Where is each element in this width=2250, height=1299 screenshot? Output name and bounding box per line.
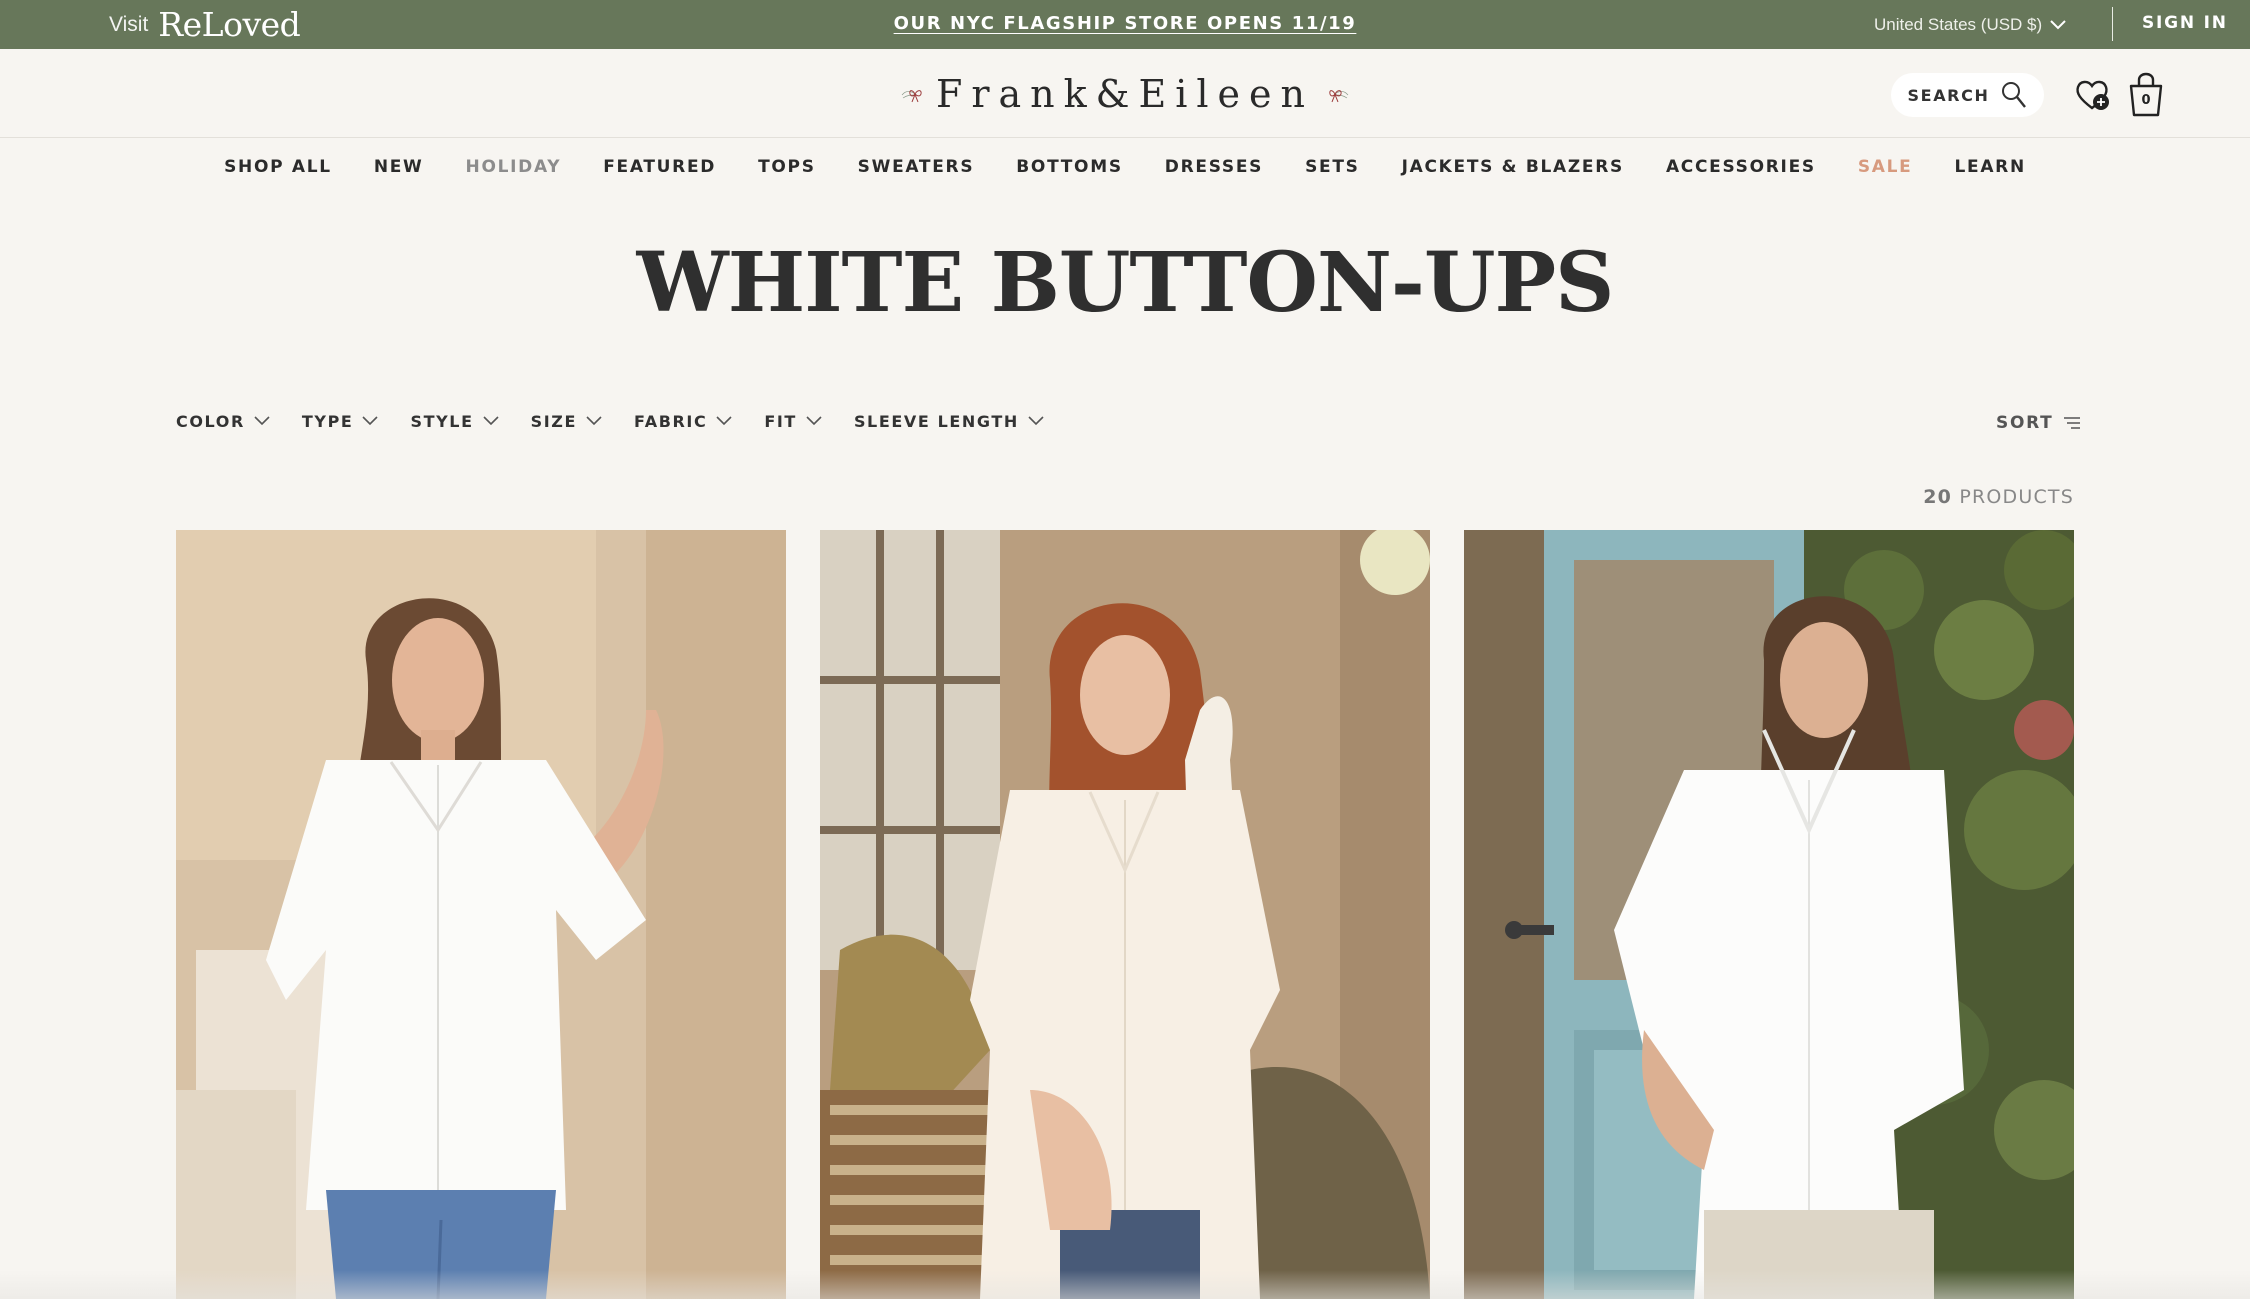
chevron-down-icon	[362, 416, 379, 426]
filter-label: COLOR	[176, 411, 245, 431]
filter-style[interactable]: STYLE	[410, 411, 499, 431]
product-card[interactable]	[1464, 530, 2074, 1299]
filter-color[interactable]: COLOR	[176, 412, 270, 431]
product-grid	[176, 530, 2075, 1299]
chevron-down-icon	[716, 416, 732, 426]
filter-fit[interactable]: FIT	[764, 412, 822, 431]
nav-item-sets[interactable]: SETS	[1284, 157, 1381, 177]
filter-label: SIZE	[530, 411, 578, 431]
nav-item-holiday[interactable]: HOLIDAY	[445, 157, 583, 177]
nav-item-accessories[interactable]: ACCESSORIES	[1645, 157, 1837, 177]
announcement-bar: Visit ReLoved OUR NYC FLAGSHIP STORE OPE…	[0, 0, 2250, 49]
bow-left-icon	[901, 90, 922, 103]
search-label: SEARCH	[1907, 85, 1990, 105]
filter-label: SLEEVE LENGTH	[853, 411, 1019, 431]
region-label: United States (USD $)	[1874, 14, 2043, 34]
nav-item-tops[interactable]: TOPS	[737, 157, 837, 177]
nav-item-bottoms[interactable]: BOTTOMS	[995, 157, 1144, 177]
page-title: WHITE BUTTON-UPS	[636, 235, 1615, 331]
nav-item-learn[interactable]: LEARN	[1933, 157, 2046, 177]
wishlist-heart-icon[interactable]	[2074, 75, 2114, 115]
bow-right-icon	[1329, 90, 1349, 103]
product-card[interactable]	[176, 530, 786, 1299]
cart-button[interactable]: 0	[2124, 69, 2168, 119]
filter-sleeve-length[interactable]: SLEEVE LENGTH	[854, 412, 1044, 431]
product-count: 20 PRODUCTS	[1923, 486, 2074, 508]
sort-label: SORT	[1996, 413, 2054, 433]
filter-label: TYPE	[301, 411, 354, 431]
product-count-suffix: PRODUCTS	[1959, 486, 2074, 508]
logo-wordmark: Frank&Eileen	[935, 72, 1314, 116]
search-button[interactable]: SEARCH	[1891, 73, 2044, 117]
product-card[interactable]	[820, 530, 1430, 1299]
filter-size[interactable]: SIZE	[531, 412, 602, 431]
chevron-down-icon	[483, 416, 499, 426]
reloved-brand: ReLoved	[158, 5, 301, 44]
product-image	[1464, 530, 2074, 1299]
chevron-down-icon	[806, 416, 822, 426]
filter-label: FIT	[764, 411, 797, 431]
reloved-link[interactable]: Visit ReLoved	[109, 0, 301, 49]
search-icon	[2002, 82, 2027, 108]
product-count-number: 20	[1923, 486, 1953, 508]
site-header: Frank&Eileen SEARCH 0	[0, 49, 2250, 138]
product-image	[820, 530, 1430, 1299]
filter-label: STYLE	[410, 411, 474, 431]
nav-item-sale[interactable]: SALE	[1837, 157, 1934, 177]
site-logo[interactable]: Frank&Eileen	[900, 67, 1350, 121]
region-selector[interactable]: United States (USD $)	[1874, 0, 2066, 49]
nav-item-shop-all[interactable]: SHOP ALL	[203, 157, 353, 177]
sign-in-link[interactable]: SIGN IN	[2142, 0, 2228, 49]
nav-item-sweaters[interactable]: SWEATERS	[837, 157, 996, 177]
filter-bar: COLOR TYPE STYLE SIZE FABRIC FIT SLEEVE …	[176, 408, 1044, 434]
nav-item-dresses[interactable]: DRESSES	[1144, 157, 1284, 177]
cart-count: 0	[2141, 93, 2151, 108]
main-navigation: SHOP ALL NEW HOLIDAY FEATURED TOPS SWEAT…	[0, 138, 2250, 196]
filter-fabric[interactable]: FABRIC	[634, 412, 732, 431]
chevron-down-icon	[2050, 19, 2066, 29]
nav-item-featured[interactable]: FEATURED	[582, 157, 737, 177]
topbar-divider	[2112, 7, 2113, 41]
nav-item-new[interactable]: NEW	[353, 157, 445, 177]
filter-type[interactable]: TYPE	[302, 412, 379, 431]
sort-button[interactable]: SORT	[1996, 413, 2081, 433]
visit-label: Visit	[109, 12, 149, 36]
chevron-down-icon	[1028, 416, 1044, 426]
sort-lines-icon	[2064, 417, 2081, 429]
product-image	[176, 530, 786, 1299]
nav-item-jackets-blazers[interactable]: JACKETS & BLAZERS	[1381, 157, 1645, 177]
chevron-down-icon	[254, 416, 270, 426]
chevron-down-icon	[586, 416, 602, 426]
announcement-link[interactable]: OUR NYC FLAGSHIP STORE OPENS 11/19	[894, 13, 1357, 34]
filter-label: FABRIC	[634, 411, 708, 431]
